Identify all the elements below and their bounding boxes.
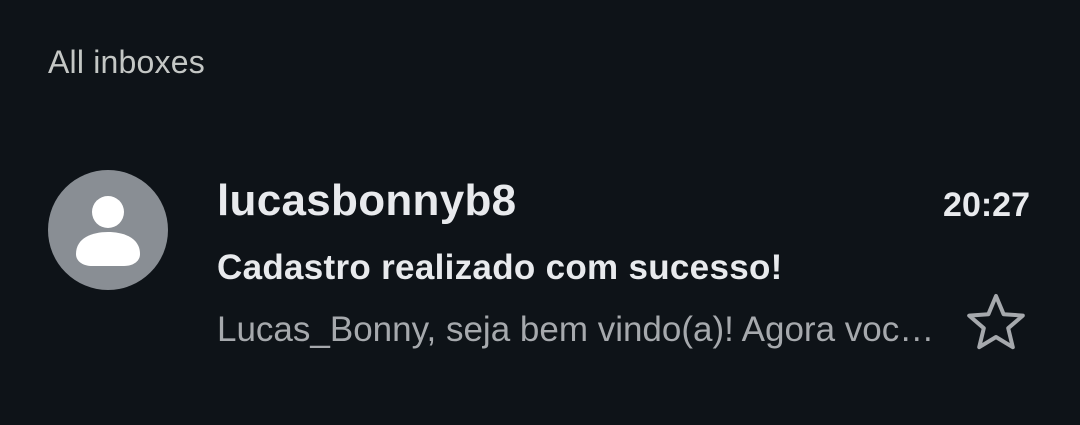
section-label: All inboxes	[48, 44, 205, 80]
star-button[interactable]	[962, 288, 1030, 356]
sender-name: lucasbonnyb8	[217, 176, 517, 225]
sender-avatar[interactable]	[48, 170, 168, 290]
email-subject: Cadastro realizado com sucesso!	[217, 248, 783, 287]
email-list-item[interactable]: lucasbonnyb8 20:27 Cadastro realizado co…	[0, 160, 1080, 360]
email-snippet: Lucas_Bonny, seja bem vindo(a)! Agora vo…	[217, 310, 937, 349]
received-time: 20:27	[943, 186, 1030, 224]
star-outline-icon	[967, 294, 1025, 350]
person-icon	[76, 196, 140, 266]
